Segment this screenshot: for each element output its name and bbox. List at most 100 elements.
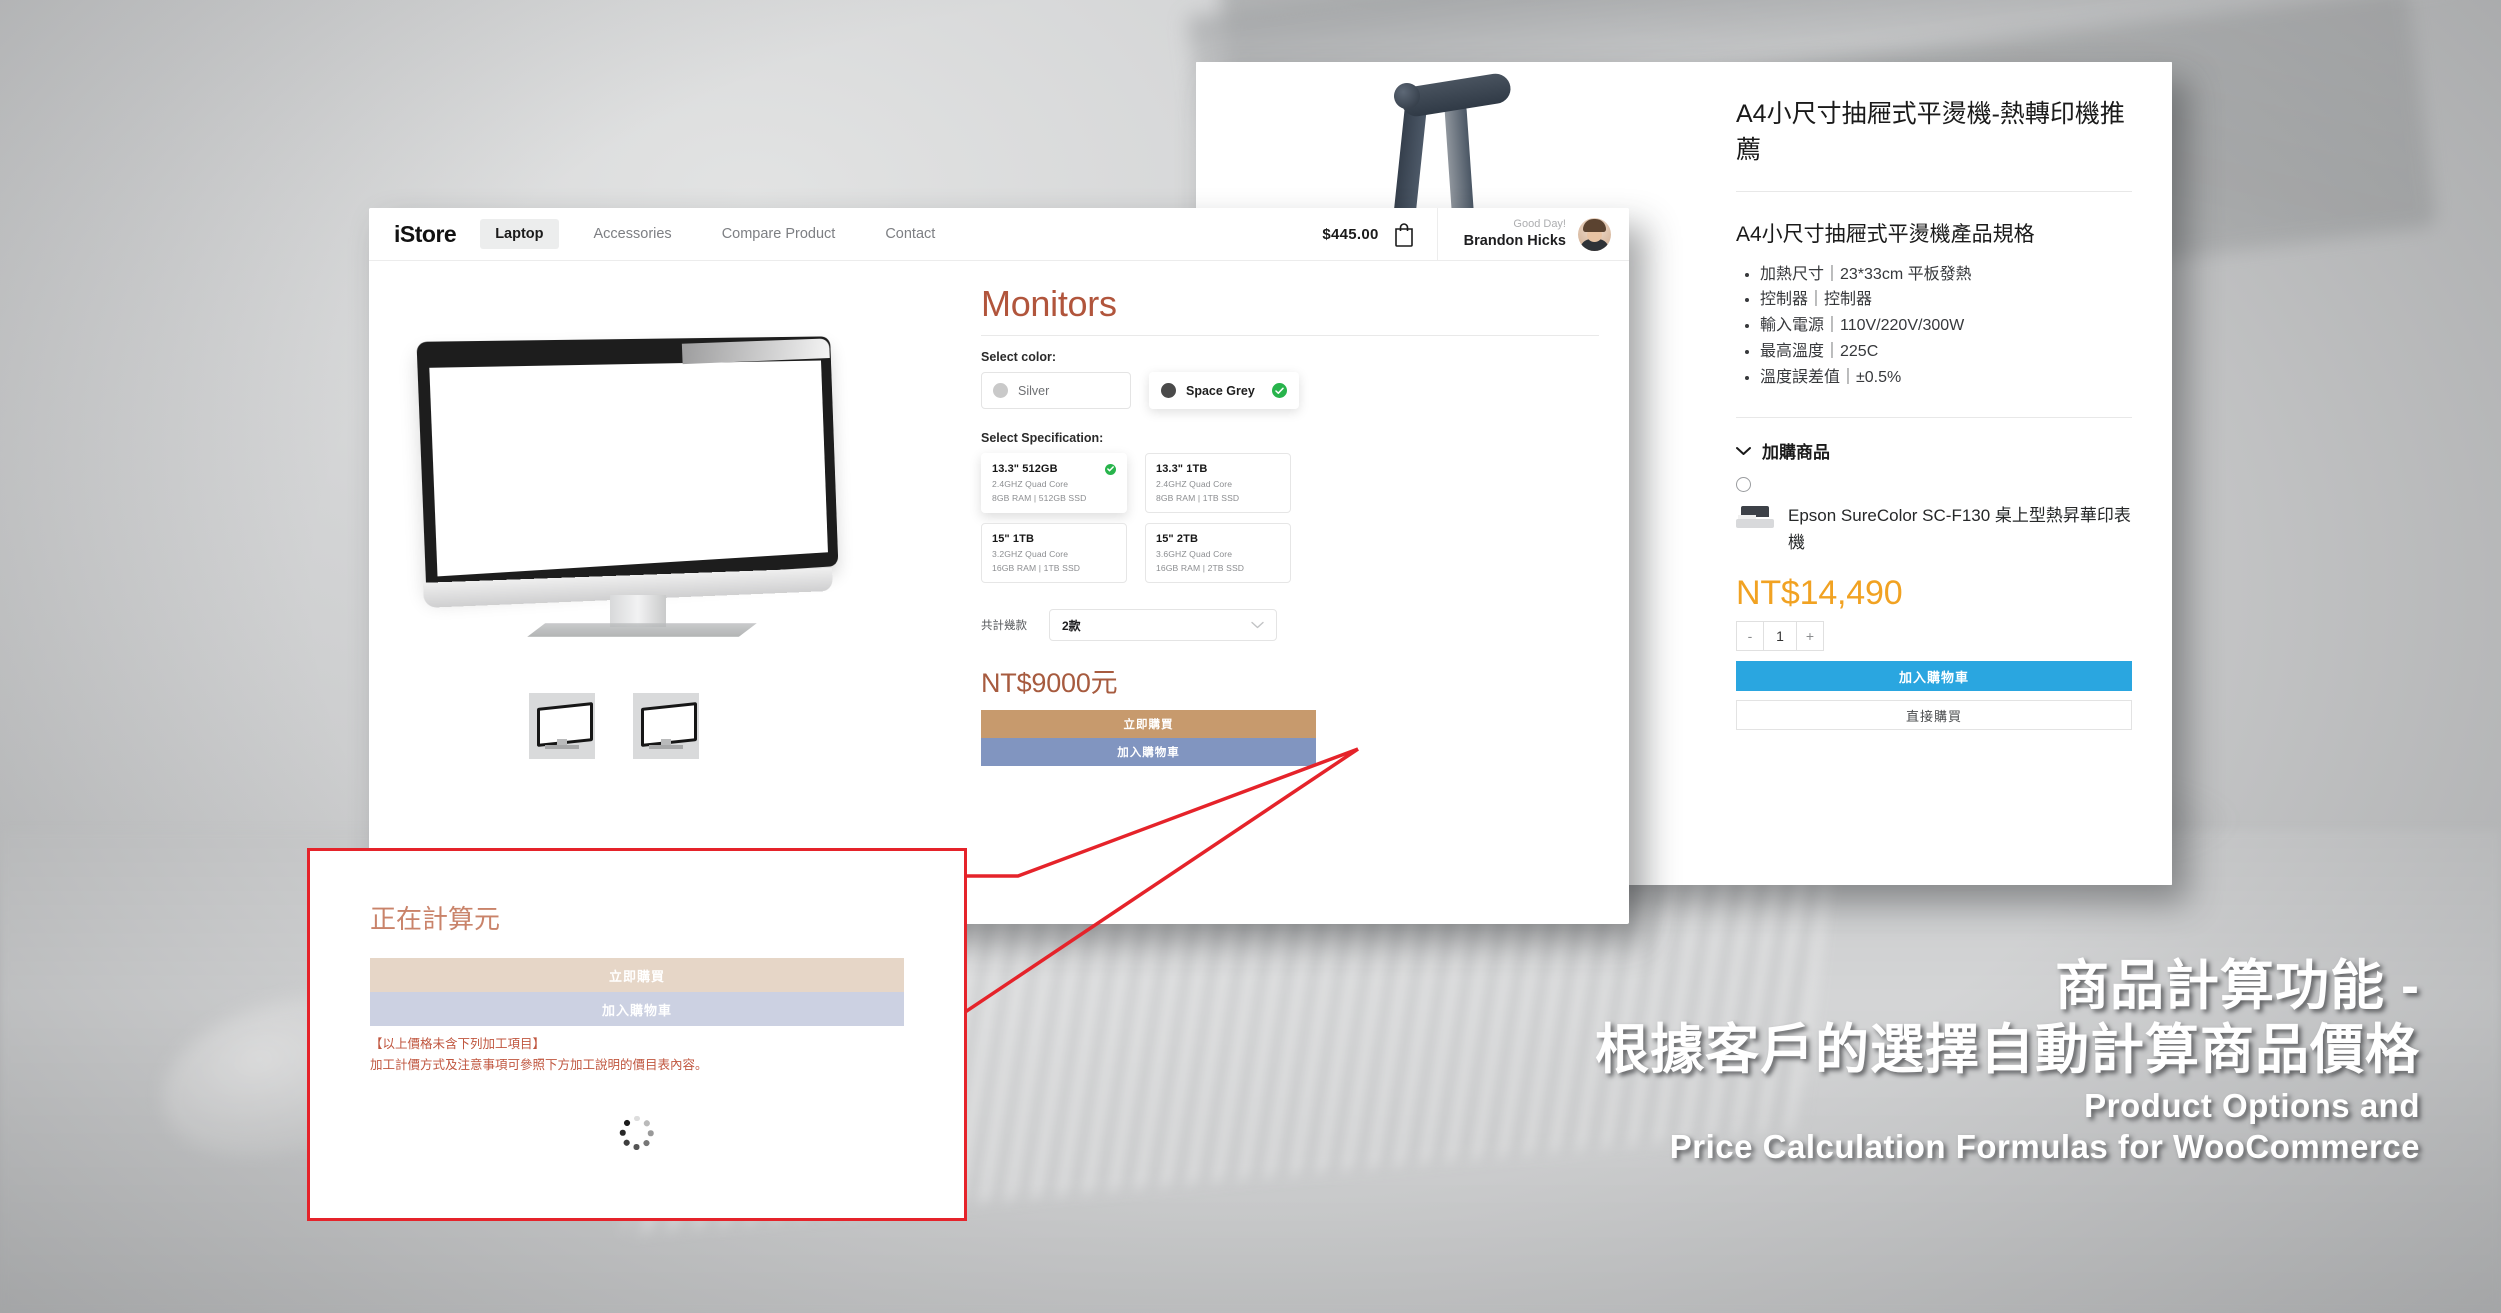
popup-title: 正在計算元 (370, 904, 501, 934)
printer-slot (1738, 515, 1756, 520)
spec-card-header: 15" 1TB (992, 533, 1116, 545)
addon-product-thumbnail (1736, 506, 1774, 529)
spec-card-header: 13.3" 512GB (992, 463, 1116, 475)
quantity-stepper[interactable]: - 1 + (1736, 621, 2132, 652)
printer-base (1736, 519, 1774, 529)
istore-logo[interactable]: iStore (394, 221, 457, 248)
chevron-down-icon (1251, 618, 1264, 632)
product-price: NT$9000元 (981, 668, 1118, 698)
nav-item-laptop[interactable]: Laptop (480, 219, 559, 249)
color-option-label: Silver (1018, 383, 1050, 398)
addon-heading-label: 加購商品 (1762, 443, 1830, 463)
popup-add-to-cart-button[interactable]: 加入購物車 (370, 992, 904, 1026)
quantity-decrease-button[interactable]: - (1736, 621, 1764, 652)
gallery-thumbnail-2[interactable] (633, 693, 699, 759)
popup-buy-now-button[interactable]: 立即購買 (370, 958, 904, 992)
spec-option-title: 13.3" 512GB (992, 463, 1058, 475)
caption-line-1: 商品計算功能 - (2055, 956, 2420, 1016)
monitor-bezel (416, 336, 839, 593)
quantity-select-value: 2款 (1062, 618, 1081, 633)
spec-option-13-1tb[interactable]: 13.3" 1TB 2.4GHZ Quad Core 8GB RAM | 1TB… (1145, 453, 1291, 513)
spec-card-header: 15" 2TB (1156, 533, 1280, 545)
quantity-value[interactable]: 1 (1763, 621, 1797, 652)
nav-item-contact[interactable]: Contact (870, 219, 950, 249)
spec-card-header: 13.3" 1TB (1156, 463, 1280, 475)
shopping-bag-icon[interactable] (1393, 222, 1415, 247)
istore-nav-right: $445.00 Good Day! Brandon Hicks (1322, 208, 1629, 260)
spec-option-memory: 8GB RAM | 1TB SSD (1156, 493, 1240, 503)
heat-press-title: A4小尺寸抽屜式平燙機-熱轉印機推薦 (1736, 100, 2125, 165)
add-to-cart-button[interactable]: 加入購物車 (1736, 661, 2132, 692)
spec-option-cpu: 2.4GHZ Quad Core (1156, 479, 1233, 489)
chevron-down-icon (1736, 441, 1751, 461)
color-option-silver[interactable]: Silver (981, 372, 1131, 409)
color-option-label: Space Grey (1186, 383, 1255, 398)
caption-overlay: 商品計算功能 - 根據客戶的選擇自動計算商品價格 Product Options… (1100, 955, 2420, 1167)
heat-press-details: A4小尺寸抽屜式平燙機-熱轉印機推薦 A4小尺寸抽屜式平燙機產品規格 加熱尺寸｜… (1696, 62, 2172, 885)
spec-item: 加熱尺寸｜23*33cm 平板發熱 (1760, 262, 2132, 288)
monitor-stand-foot (527, 623, 757, 637)
color-swatch-silver (993, 383, 1008, 398)
spec-option-memory: 16GB RAM | 2TB SSD (1156, 563, 1245, 573)
cart-total: $445.00 (1322, 225, 1379, 243)
spec-option-cpu: 3.2GHZ Quad Core (992, 549, 1069, 559)
nav-item-compare-product[interactable]: Compare Product (707, 219, 851, 249)
greeting-text: Good Day! (1513, 218, 1566, 231)
select-specification-label: Select Specification: (981, 431, 1104, 445)
addon-section-toggle[interactable]: 加購商品 (1736, 438, 2132, 463)
heat-press-spec-heading: A4小尺寸抽屜式平燙機產品規格 (1736, 222, 2035, 246)
thumbnail-foot (649, 745, 683, 749)
divider (1736, 190, 2132, 192)
spec-option-15-1tb[interactable]: 15" 1TB 3.2GHZ Quad Core 16GB RAM | 1TB … (981, 523, 1127, 583)
caption-line-3: Product Options and (2084, 1087, 2420, 1125)
addon-product-row[interactable]: Epson SureColor SC-F130 桌上型熱昇華印表機 (1736, 502, 2132, 556)
istore-content: Monitors Select color: Silver Space Grey… (369, 261, 1629, 924)
spec-option-title: 15" 1TB (992, 533, 1034, 545)
color-option-space-grey[interactable]: Space Grey (1149, 372, 1299, 409)
nav-item-accessories[interactable]: Accessories (579, 219, 687, 249)
spec-option-13-512gb[interactable]: 13.3" 512GB 2.4GHZ Quad Core 8GB RAM | 5… (981, 453, 1127, 513)
istore-nav-links: Laptop Accessories Compare Product Conta… (480, 219, 970, 249)
add-to-cart-button[interactable]: 加入購物車 (981, 738, 1316, 766)
buy-now-button[interactable]: 立即購買 (981, 710, 1316, 738)
avatar-hair (1583, 218, 1606, 232)
addon-radio-button[interactable] (1736, 477, 1751, 493)
heat-press-price: NT$14,490 (1736, 574, 1903, 613)
caption-line-2: 根據客戶的選擇自動計算商品價格 (1595, 1019, 2420, 1080)
spec-option-title: 13.3" 1TB (1156, 463, 1208, 475)
spec-item: 最高溫度｜225C (1760, 339, 2132, 365)
quantity-increase-button[interactable]: + (1796, 621, 1824, 652)
heat-press-spec-list: 加熱尺寸｜23*33cm 平板發熱 控制器｜控制器 輸入電源｜110V/220V… (1736, 262, 2132, 392)
product-options: Monitors Select color: Silver Space Grey… (969, 261, 1629, 924)
user-name: Brandon Hicks (1463, 232, 1566, 249)
calculating-popup: 正在計算元 立即購買 加入購物車 【以上價格未含下列加工項目】 加工計價方式及注… (307, 848, 967, 1221)
action-buttons: 立即購買 加入購物車 (981, 710, 1316, 766)
quantity-select[interactable]: 2款 (1049, 609, 1277, 641)
check-icon (1105, 463, 1116, 475)
addon-product-name: Epson SureColor SC-F130 桌上型熱昇華印表機 (1788, 506, 2131, 553)
popup-note-line-2: 加工計價方式及注意事項可參照下方加工說明的價目表內容。 (370, 1058, 708, 1073)
divider (981, 335, 1599, 336)
popup-note-line-1: 【以上價格未含下列加工項目】 (370, 1037, 546, 1051)
color-options: Silver Space Grey (981, 372, 1599, 409)
check-icon (1272, 383, 1287, 398)
user-profile[interactable]: Good Day! Brandon Hicks (1436, 208, 1629, 260)
gallery-thumbnail-1[interactable] (529, 693, 595, 759)
gallery-thumbnails (529, 693, 699, 759)
monitor-stand-neck (610, 595, 666, 627)
spec-option-memory: 16GB RAM | 1TB SSD (992, 563, 1081, 573)
spec-option-memory: 8GB RAM | 512GB SSD (992, 493, 1087, 503)
buy-now-button[interactable]: 直接購買 (1736, 700, 2132, 731)
select-color-label: Select color: (981, 350, 1057, 364)
istore-navbar: iStore Laptop Accessories Compare Produc… (369, 208, 1629, 261)
spec-item: 控制器｜控制器 (1760, 287, 2132, 313)
spec-option-title: 15" 2TB (1156, 533, 1198, 545)
spec-item: 溫度誤差值｜±0.5% (1760, 365, 2132, 391)
monitor-screen (429, 360, 828, 577)
specification-options: 13.3" 512GB 2.4GHZ Quad Core 8GB RAM | 5… (981, 453, 1599, 583)
loading-spinner-icon (619, 1115, 654, 1150)
monitor-hero-image (416, 336, 847, 637)
page-title: Monitors (981, 283, 1117, 324)
spec-option-15-2tb[interactable]: 15" 2TB 3.6GHZ Quad Core 16GB RAM | 2TB … (1145, 523, 1291, 583)
spec-item: 輸入電源｜110V/220V/300W (1760, 313, 2132, 339)
